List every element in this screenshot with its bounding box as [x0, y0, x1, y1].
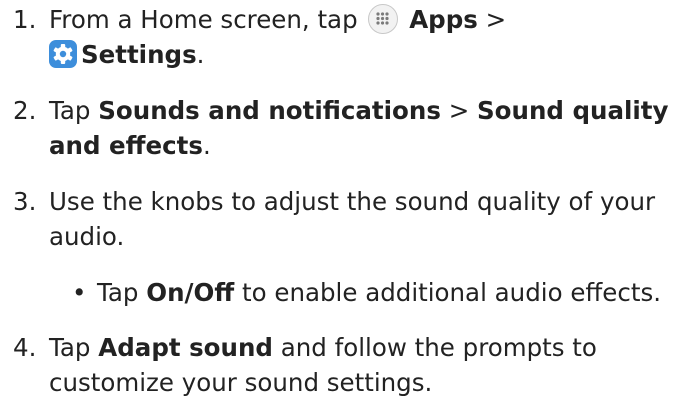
menu-item-sounds-and-notifications: Sounds and notifications	[98, 96, 441, 125]
on-off-label: On/Off	[146, 278, 235, 307]
bullet-suffix: to enable additional audio effects.	[241, 278, 661, 307]
step-end: .	[202, 131, 211, 160]
step-line: From a Home screen, tap Apps >	[49, 2, 685, 37]
separator: >	[485, 5, 507, 34]
step-text: Tap Adapt sound and follow the prompts t…	[49, 330, 685, 400]
menu-item-sound-quality: Sound quality	[477, 96, 669, 125]
bullet-dot: •	[72, 278, 87, 307]
step-line: Tap Adapt sound and follow the prompts t…	[49, 330, 685, 365]
step-number: 1.	[13, 5, 37, 34]
step-line: audio.	[49, 222, 125, 251]
step-number: 2.	[13, 96, 37, 125]
step-number: 3.	[13, 187, 37, 216]
apps-label: Apps	[409, 5, 478, 34]
gear-icon	[49, 40, 77, 68]
step-end: .	[196, 40, 205, 69]
adapt-sound-label: Adapt sound	[98, 333, 273, 362]
settings-label: Settings	[81, 40, 197, 69]
menu-item-and-effects: and effects	[49, 131, 203, 160]
step-text-prefix: Tap	[49, 96, 91, 125]
step-text: From a Home screen, tap Apps > Settings.	[49, 2, 685, 72]
bullet-prefix: Tap	[97, 278, 139, 307]
step-line: Tap Sounds and notifications > Sound qua…	[49, 93, 685, 128]
step-line: and effects.	[49, 128, 685, 163]
step-text-prefix: From a Home screen, tap	[49, 5, 358, 34]
step-text-suffix: and follow the prompts to	[280, 333, 597, 362]
step-text: Tap Sounds and notifications > Sound qua…	[49, 93, 685, 163]
step-text: Use the knobs to adjust the sound qualit…	[49, 184, 685, 254]
step-line: Use the knobs to adjust the sound qualit…	[49, 187, 656, 216]
apps-grid-icon	[368, 4, 399, 34]
step-line: customize your sound settings.	[49, 368, 433, 397]
separator: >	[448, 96, 470, 125]
bullet-text: Tap On/Off to enable additional audio ef…	[97, 275, 661, 310]
step-text-prefix: Tap	[49, 333, 91, 362]
step-line: Settings.	[49, 37, 685, 72]
step-number: 4.	[13, 333, 37, 362]
